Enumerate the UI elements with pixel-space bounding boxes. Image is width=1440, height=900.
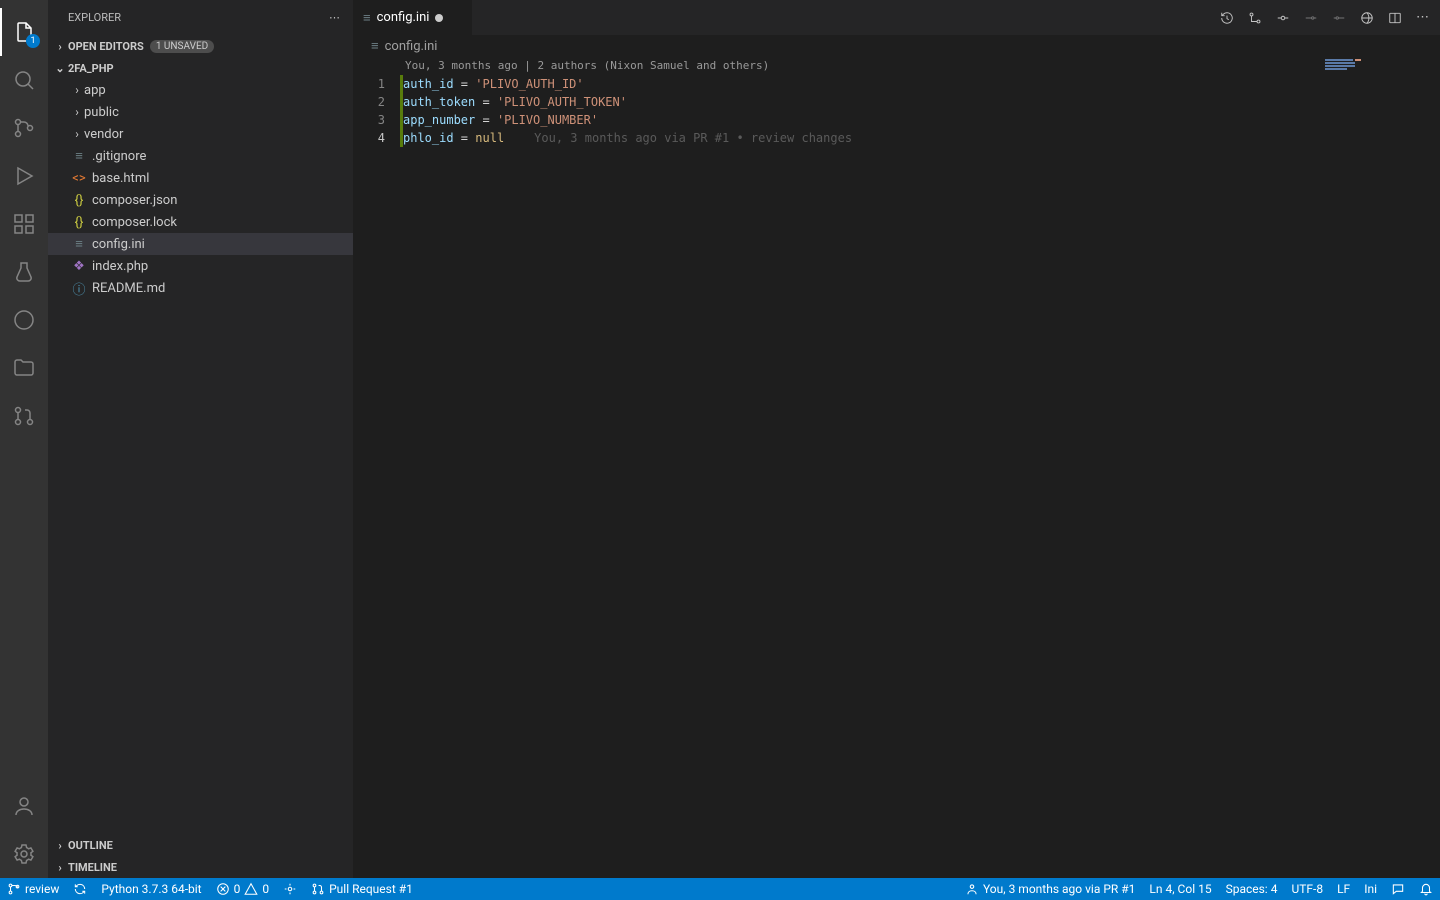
- explorer-badge: 1: [26, 34, 40, 48]
- history-icon[interactable]: [1220, 11, 1234, 25]
- sidebar: EXPLORER ⋯ › OPEN EDITORS 1 UNSAVED ⌄ 2F…: [48, 0, 353, 878]
- folder-row[interactable]: ›public: [48, 101, 353, 123]
- settings-file-icon: ≡: [363, 10, 371, 26]
- status-live-share[interactable]: [276, 878, 304, 900]
- html-file-icon: <>: [70, 171, 88, 186]
- testing-icon[interactable]: [0, 248, 48, 296]
- unsaved-badge: 1 UNSAVED: [150, 40, 214, 53]
- status-lncol[interactable]: Ln 4, Col 15: [1142, 878, 1218, 900]
- settings-gear-icon[interactable]: [0, 830, 48, 878]
- code-area[interactable]: You, 3 months ago | 2 authors (Nixon Sam…: [403, 57, 1440, 878]
- sidebar-more-icon[interactable]: ⋯: [329, 11, 341, 24]
- status-sync[interactable]: [66, 878, 94, 900]
- compare-icon[interactable]: [1248, 11, 1262, 25]
- status-python[interactable]: Python 3.7.3 64-bit: [94, 878, 208, 900]
- status-eol[interactable]: LF: [1330, 878, 1357, 900]
- status-blame[interactable]: You, 3 months ago via PR #1: [958, 878, 1142, 900]
- inline-blame: You, 3 months ago via PR #1 • review cha…: [534, 131, 852, 145]
- settings-file-icon: ≡: [70, 148, 88, 164]
- editor-group: ≡ config.ini ⋯ ≡ config.ini 1 2: [353, 0, 1440, 878]
- timeline-header[interactable]: ›TIMELINE: [48, 856, 353, 878]
- dirty-indicator-icon: [435, 14, 443, 22]
- folder-row[interactable]: ›vendor: [48, 123, 353, 145]
- more-actions-icon[interactable]: ⋯: [1416, 10, 1430, 25]
- editor-body[interactable]: 1 2 3 4 You, 3 months ago | 2 authors (N…: [353, 57, 1440, 878]
- tab-label: config.ini: [377, 10, 430, 25]
- file-row[interactable]: <>base.html: [48, 167, 353, 189]
- folder-row[interactable]: ›app: [48, 79, 353, 101]
- breadcrumbs[interactable]: ≡ config.ini: [353, 35, 1440, 57]
- status-pull-request[interactable]: Pull Request #1: [304, 878, 420, 900]
- file-row[interactable]: ⓘREADME.md: [48, 277, 353, 299]
- split-editor-icon[interactable]: [1388, 11, 1402, 25]
- tab-config-ini[interactable]: ≡ config.ini: [353, 0, 473, 35]
- open-preview-icon[interactable]: [1360, 11, 1374, 25]
- run-debug-icon[interactable]: [0, 152, 48, 200]
- json-file-icon: {}: [70, 193, 88, 208]
- next-change-icon[interactable]: [1332, 11, 1346, 25]
- file-row[interactable]: {}composer.lock: [48, 211, 353, 233]
- status-bell-icon[interactable]: [1412, 878, 1440, 900]
- status-branch[interactable]: review: [0, 878, 66, 900]
- codelens-authors[interactable]: You, 3 months ago | 2 authors (Nixon Sam…: [403, 57, 1440, 75]
- folder-icon[interactable]: [0, 344, 48, 392]
- sidebar-title: EXPLORER: [68, 11, 121, 24]
- prev-change-icon[interactable]: [1304, 11, 1318, 25]
- source-control-icon[interactable]: [0, 104, 48, 152]
- file-tree: ›app ›public ›vendor ≡.gitignore <>base.…: [48, 79, 353, 834]
- open-editors-label: OPEN EDITORS: [68, 40, 144, 53]
- json-file-icon: {}: [70, 215, 88, 230]
- pull-request-icon[interactable]: [0, 392, 48, 440]
- status-bar: review Python 3.7.3 64-bit 0 0 Pull Requ…: [0, 878, 1440, 900]
- outline-header[interactable]: ›OUTLINE: [48, 834, 353, 856]
- status-feedback-icon[interactable]: [1384, 878, 1412, 900]
- file-row[interactable]: ≡config.ini: [48, 233, 353, 255]
- search-icon[interactable]: [0, 56, 48, 104]
- minimap[interactable]: [1320, 57, 1440, 878]
- status-problems[interactable]: 0 0: [209, 878, 277, 900]
- line-gutter: 1 2 3 4: [353, 57, 403, 878]
- activity-bar: 1: [0, 0, 48, 878]
- info-file-icon: ⓘ: [70, 279, 88, 298]
- tab-actions: ⋯: [1210, 0, 1440, 35]
- accounts-icon[interactable]: [0, 782, 48, 830]
- file-row[interactable]: ≡.gitignore: [48, 145, 353, 167]
- project-name: 2FA_PHP: [68, 62, 114, 75]
- status-spaces[interactable]: Spaces: 4: [1219, 878, 1285, 900]
- tab-bar: ≡ config.ini ⋯: [353, 0, 1440, 35]
- extensions-icon[interactable]: [0, 200, 48, 248]
- php-file-icon: ❖: [70, 259, 88, 274]
- commit-node-icon[interactable]: [1276, 11, 1290, 25]
- explorer-icon[interactable]: 1: [0, 8, 48, 56]
- settings-file-icon: ≡: [70, 236, 88, 252]
- github-icon[interactable]: [0, 296, 48, 344]
- project-header[interactable]: ⌄ 2FA_PHP: [48, 57, 353, 79]
- file-row[interactable]: ❖index.php: [48, 255, 353, 277]
- settings-file-icon: ≡: [371, 38, 379, 54]
- status-encoding[interactable]: UTF-8: [1284, 878, 1330, 900]
- file-row[interactable]: {}composer.json: [48, 189, 353, 211]
- open-editors-header[interactable]: › OPEN EDITORS 1 UNSAVED: [48, 35, 353, 57]
- breadcrumb-item: config.ini: [385, 39, 438, 54]
- status-language[interactable]: Ini: [1357, 878, 1384, 900]
